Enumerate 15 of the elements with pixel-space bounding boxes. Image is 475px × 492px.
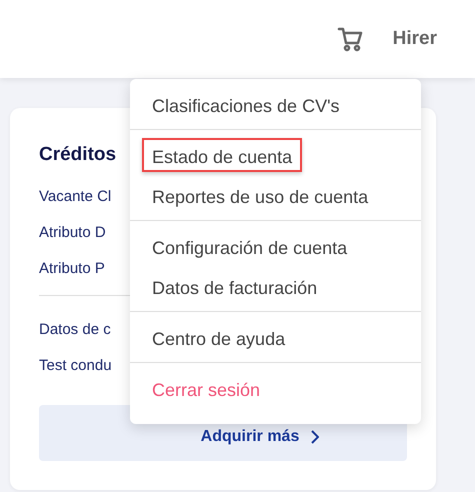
- credit-label: Datos de c: [39, 320, 111, 340]
- credit-label: Atributo P: [39, 259, 105, 279]
- menu-item[interactable]: Estado de cuenta: [142, 138, 302, 172]
- menu-item[interactable]: Clasificaciones de CV's: [142, 87, 350, 121]
- cart-icon[interactable]: [336, 26, 363, 52]
- menu-item[interactable]: Reportes de uso de cuenta: [142, 178, 378, 212]
- menu-item[interactable]: Configuración de cuenta: [142, 229, 358, 263]
- menu-item[interactable]: Centro de ayuda: [142, 320, 296, 354]
- credit-label: Test condu: [39, 356, 112, 376]
- user-name[interactable]: Hirer: [392, 28, 437, 50]
- credit-label: Vacante Cl: [39, 187, 112, 207]
- chevron-icon: [311, 430, 320, 444]
- menu-item[interactable]: Datos de facturación: [142, 269, 328, 303]
- credit-label: Atributo D: [39, 223, 106, 243]
- card-title: Créditos: [39, 144, 116, 166]
